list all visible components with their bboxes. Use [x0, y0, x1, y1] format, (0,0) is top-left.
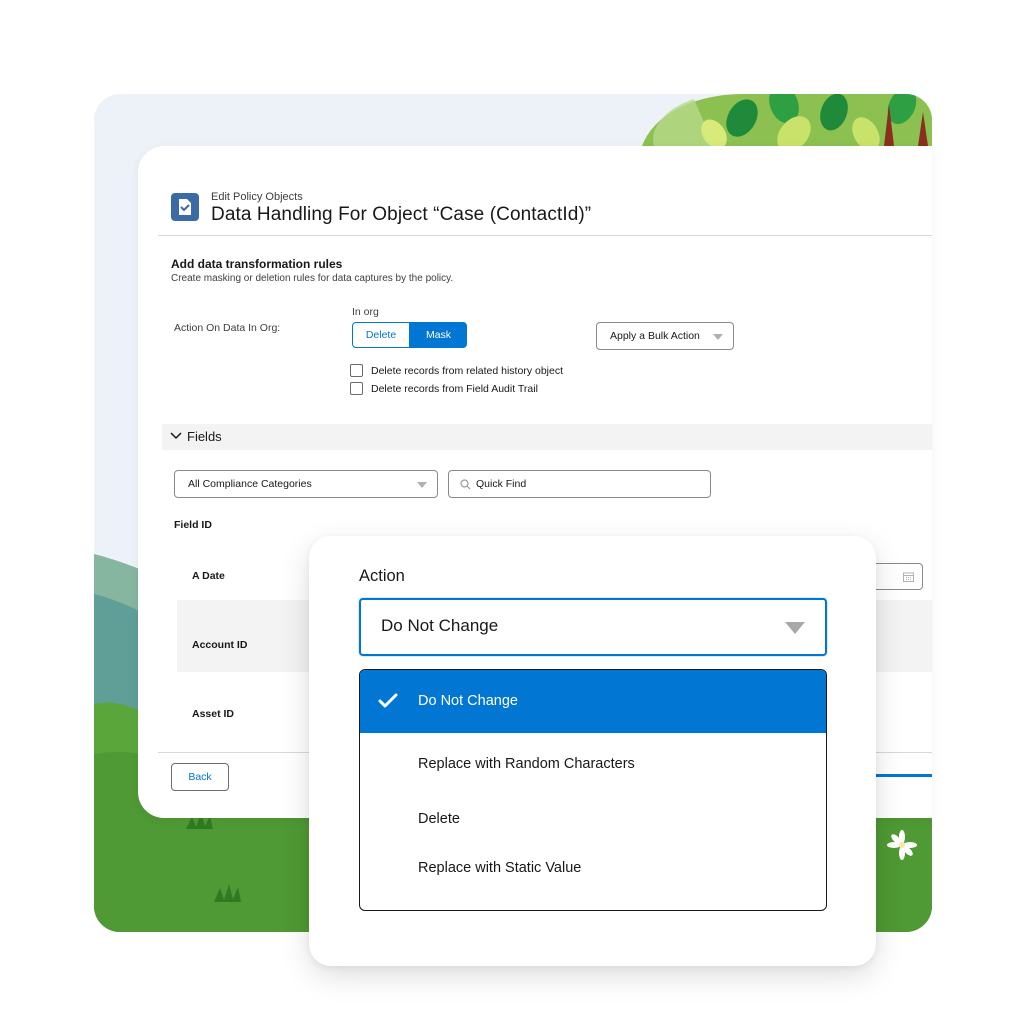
field-audit-trail-checkbox[interactable] [350, 382, 363, 395]
history-object-checkbox-row[interactable]: Delete records from related history obje… [350, 364, 563, 377]
field-audit-trail-checkbox-label: Delete records from Field Audit Trail [371, 382, 538, 395]
caret-down-icon [417, 482, 427, 488]
field-id-column-header: Field ID [174, 519, 212, 531]
in-org-label: In org [352, 306, 379, 318]
delete-mask-toggle: Delete Mask [352, 322, 467, 348]
checkmark-icon [378, 693, 398, 708]
action-select[interactable]: Do Not Change [359, 598, 827, 656]
history-object-checkbox[interactable] [350, 364, 363, 377]
option-label: Replace with Random Characters [418, 756, 635, 772]
option-delete[interactable]: Delete [360, 811, 826, 827]
option-label: Delete [418, 811, 460, 827]
history-object-checkbox-label: Delete records from related history obje… [371, 364, 563, 377]
quick-find-placeholder: Quick Find [476, 478, 527, 490]
action-label: Action [359, 567, 405, 585]
fields-section-toggle[interactable]: Fields [162, 424, 932, 450]
table-row-label: Asset ID [192, 708, 235, 720]
table-row-label: Account ID [192, 639, 248, 651]
action-select-value: Do Not Change [381, 616, 499, 635]
table-row-label: A Date [192, 570, 225, 582]
option-label: Replace with Static Value [418, 860, 582, 876]
action-on-data-label: Action On Data In Org: [174, 322, 281, 334]
delete-toggle-button[interactable]: Delete [352, 322, 410, 348]
caret-down-icon [785, 622, 805, 634]
rules-section-subtitle: Create masking or deletion rules for dat… [171, 273, 454, 284]
back-button[interactable]: Back [171, 763, 229, 791]
compliance-category-value: All Compliance Categories [188, 478, 312, 490]
option-label: Do Not Change [418, 693, 518, 709]
bulk-action-label: Apply a Bulk Action [610, 330, 700, 342]
field-audit-trail-checkbox-row[interactable]: Delete records from Field Audit Trail [350, 382, 538, 395]
calendar-icon [903, 572, 914, 582]
option-do-not-change[interactable]: Do Not Change [360, 670, 826, 733]
header-divider [158, 235, 932, 236]
search-icon [460, 479, 471, 490]
compliance-category-select[interactable]: All Compliance Categories [174, 470, 438, 498]
option-replace-random-characters[interactable]: Replace with Random Characters [360, 756, 826, 772]
page-title: Data Handling For Object “Case (ContactI… [211, 204, 592, 225]
breadcrumb: Edit Policy Objects [211, 191, 303, 203]
quick-find-input[interactable]: Quick Find [448, 470, 711, 498]
action-options-list: Do Not Change Replace with Random Charac… [359, 669, 827, 911]
rules-section-title: Add data transformation rules [171, 257, 343, 271]
bulk-action-dropdown[interactable]: Apply a Bulk Action [596, 322, 734, 350]
action-dropdown-panel: Action Do Not Change Do Not Change Repla… [309, 536, 876, 966]
caret-down-icon [713, 334, 723, 340]
mask-toggle-button[interactable]: Mask [410, 322, 467, 348]
policy-document-icon [171, 193, 199, 221]
option-replace-static-value[interactable]: Replace with Static Value [360, 860, 826, 876]
chevron-down-icon [170, 432, 182, 440]
fields-section-label: Fields [187, 429, 222, 444]
